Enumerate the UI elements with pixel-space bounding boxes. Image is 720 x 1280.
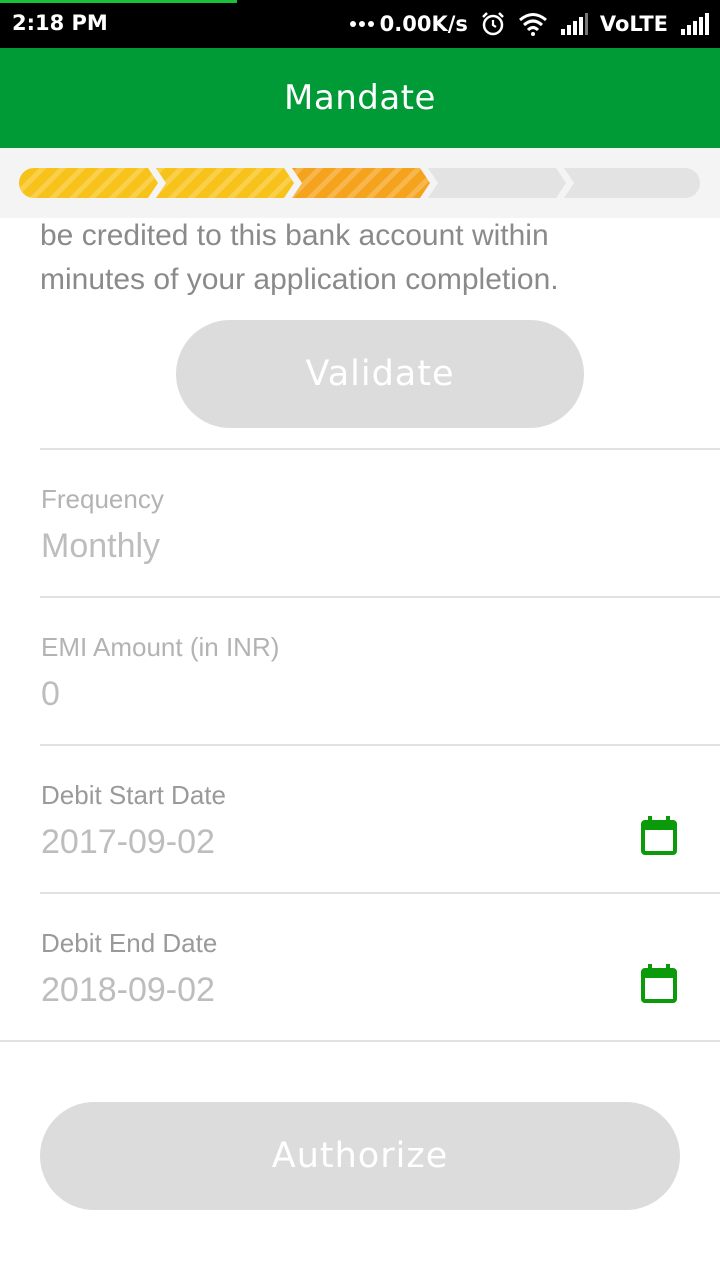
divider bbox=[40, 448, 720, 450]
debit-end-date-label: Debit End Date bbox=[41, 928, 218, 958]
frequency-value[interactable]: Monthly bbox=[41, 527, 160, 566]
step-progress-indicator bbox=[0, 148, 720, 218]
status-icons: 0.00K/s VoLTE bbox=[349, 11, 710, 37]
step-3 bbox=[292, 168, 430, 198]
step-4 bbox=[428, 168, 566, 198]
app-bar: Mandate bbox=[0, 48, 720, 148]
debit-end-date-value[interactable]: 2018-09-02 bbox=[41, 971, 215, 1010]
divider bbox=[40, 892, 720, 894]
step-2 bbox=[156, 168, 294, 198]
carrier-label: VoLTE bbox=[599, 12, 668, 36]
more-dots-icon bbox=[349, 21, 374, 27]
network-speed: 0.00K/s bbox=[379, 12, 468, 36]
emi-amount-label: EMI Amount (in INR) bbox=[41, 632, 280, 662]
divider bbox=[40, 596, 720, 598]
divider bbox=[0, 1040, 720, 1042]
debit-start-date-value[interactable]: 2017-09-02 bbox=[41, 823, 215, 862]
emi-amount-value[interactable]: 0 bbox=[41, 675, 60, 714]
wifi-icon bbox=[518, 13, 547, 36]
status-bar: 2:18 PM 0.00K/s VoLTE bbox=[0, 0, 720, 48]
divider bbox=[40, 744, 720, 746]
calendar-icon[interactable] bbox=[640, 816, 678, 856]
validate-button[interactable]: Validate bbox=[176, 320, 584, 428]
step-5 bbox=[564, 168, 700, 198]
authorize-button[interactable]: Authorize bbox=[40, 1102, 680, 1210]
page-load-progress bbox=[0, 0, 237, 3]
debit-start-date-label: Debit Start Date bbox=[41, 780, 226, 810]
status-time: 2:18 PM bbox=[12, 11, 108, 35]
frequency-label: Frequency bbox=[41, 484, 164, 514]
signal-icon bbox=[681, 13, 709, 35]
intro-text: be credited to this bank account within … bbox=[40, 214, 690, 302]
page-title: Mandate bbox=[284, 78, 436, 118]
alarm-icon bbox=[482, 12, 504, 36]
calendar-icon[interactable] bbox=[640, 964, 678, 1004]
signal-icon bbox=[560, 13, 588, 35]
step-1 bbox=[19, 168, 158, 198]
intro-line-1: be credited to this bank account within bbox=[40, 219, 549, 252]
intro-line-2: minutes of your application completion. bbox=[40, 263, 559, 296]
